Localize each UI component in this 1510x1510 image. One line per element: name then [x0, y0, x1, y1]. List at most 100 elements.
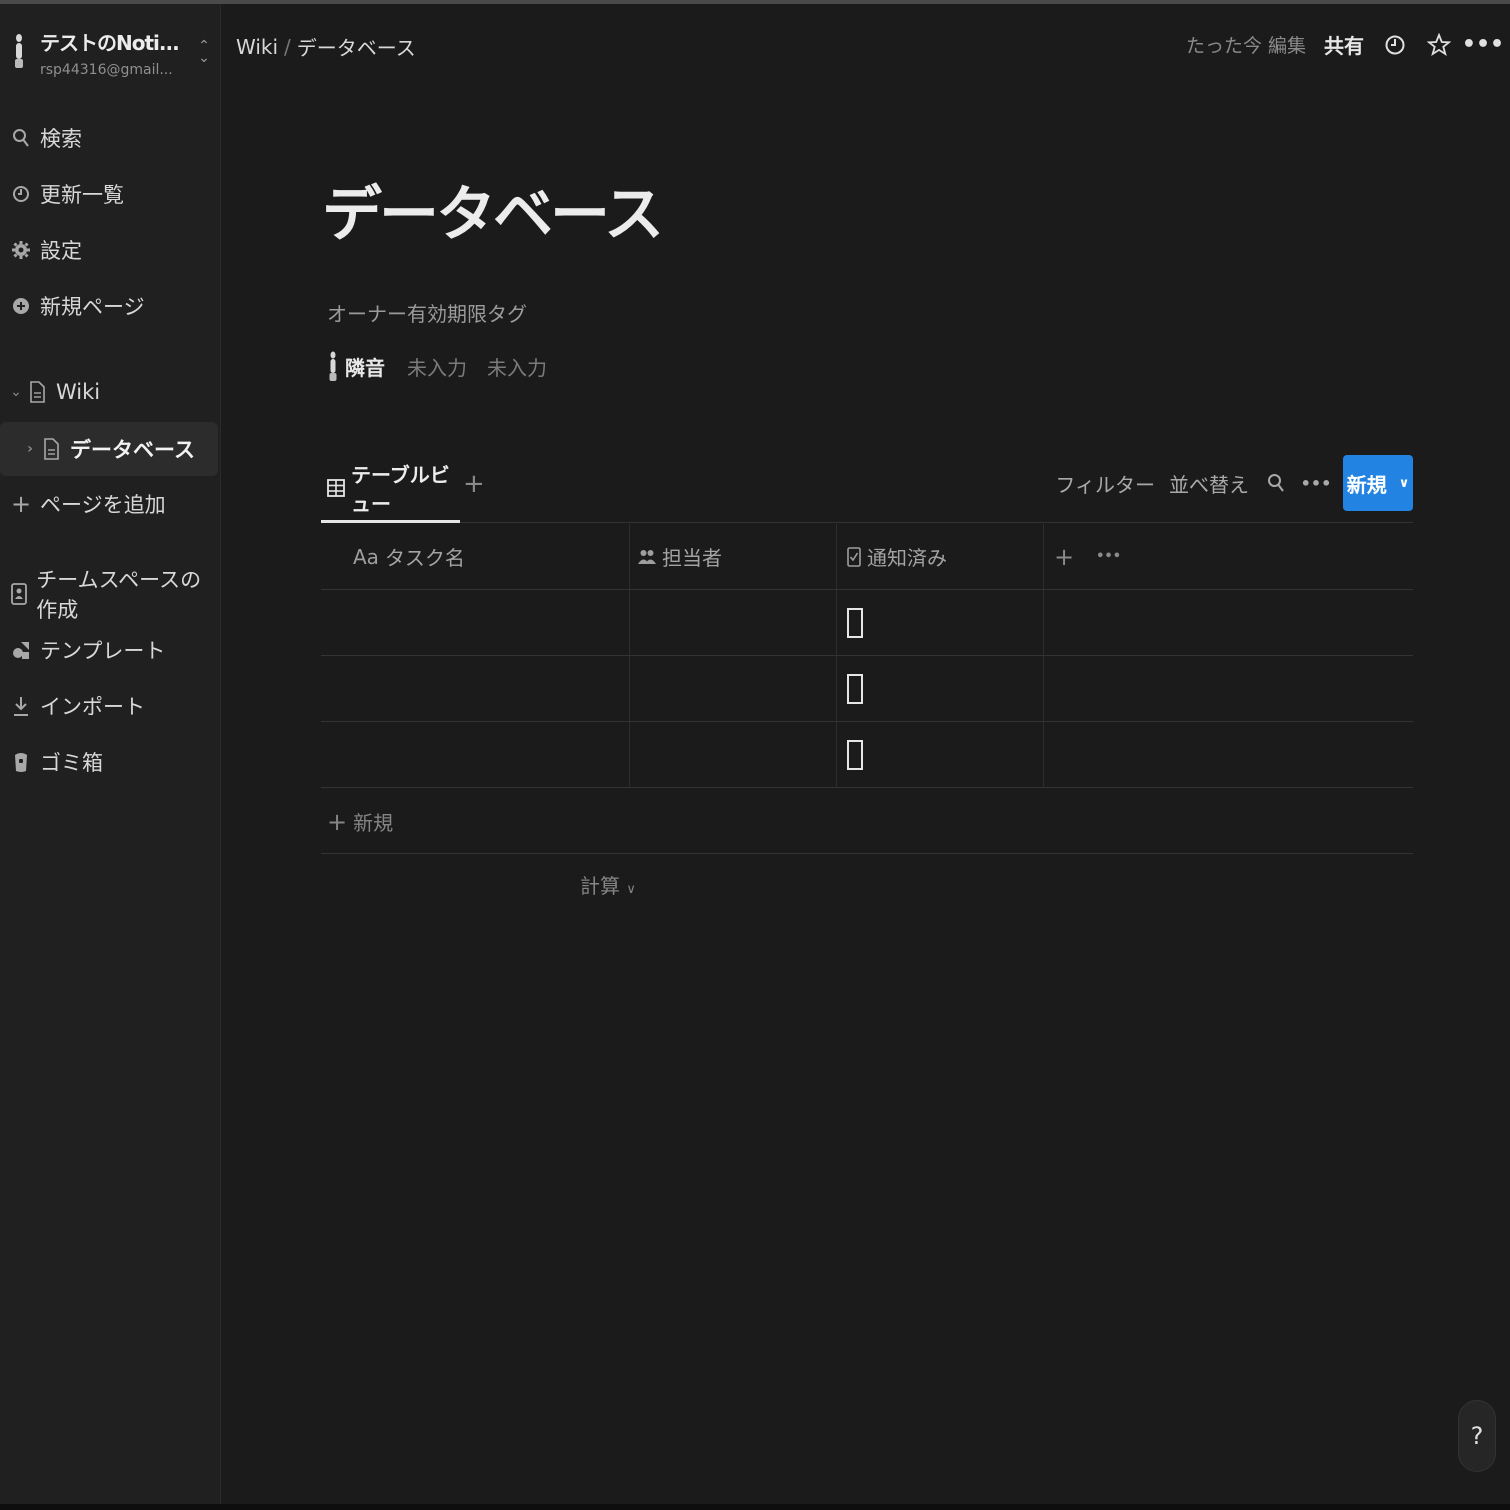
table-icon — [327, 478, 345, 497]
more-icon[interactable]: ••• — [1462, 32, 1504, 58]
owner-avatar-icon — [327, 350, 339, 382]
cell-notified — [837, 722, 1044, 787]
more-icon[interactable]: ••• — [1096, 549, 1121, 564]
sidebar-item-database[interactable]: › データベース — [0, 422, 218, 476]
property-value-owner[interactable]: 隣音 — [327, 350, 407, 382]
cell-task[interactable] — [321, 656, 630, 721]
page-icon — [38, 436, 64, 462]
column-header-task[interactable]: Aa タスク名 — [321, 524, 630, 589]
app-window: テストのNoti... rsp44316@gmail... ⌃ ⌄ 検索 更新一覧… — [0, 0, 1510, 1510]
filter-button[interactable]: フィルター — [1055, 469, 1155, 498]
last-edited-text: たった今 編集 — [1185, 35, 1306, 57]
cell-task[interactable] — [321, 722, 630, 787]
workspace-avatar-icon — [8, 32, 30, 72]
property-label-due[interactable]: 有効期限 — [407, 298, 487, 327]
add-property-button[interactable]: + — [1054, 543, 1074, 571]
chevron-updown-icon: ⌃ ⌄ — [198, 38, 210, 66]
sidebar-item-wiki[interactable]: ⌄ Wiki — [8, 370, 213, 414]
sidebar-item-search[interactable]: 検索 — [8, 116, 213, 160]
sidebar-item-label: データベース — [70, 438, 195, 462]
cell-assignee[interactable] — [630, 590, 837, 655]
plus-circle-icon — [8, 293, 34, 319]
teamspace-icon — [8, 581, 30, 607]
sidebar-item-label: ゴミ箱 — [40, 751, 103, 775]
plus-icon: + — [10, 490, 32, 518]
cell-empty — [1044, 656, 1413, 721]
share-button[interactable]: 共有 — [1324, 30, 1364, 59]
notified-checkbox[interactable] — [847, 739, 863, 770]
sidebar-item-label: Wiki — [56, 380, 101, 404]
more-icon[interactable]: ••• — [1301, 470, 1332, 496]
property-value-due[interactable]: 未入力 — [407, 352, 487, 381]
table-row[interactable] — [321, 590, 1413, 656]
table-row[interactable] — [321, 722, 1413, 788]
sidebar-item-new-page[interactable]: 新規ページ — [8, 284, 213, 328]
sidebar-item-updates[interactable]: 更新一覧 — [8, 172, 213, 216]
property-value-tag[interactable]: 未入力 — [487, 352, 547, 381]
help-button[interactable]: ? — [1458, 1400, 1496, 1472]
sidebar: テストのNoti... rsp44316@gmail... ⌃ ⌄ 検索 更新一覧… — [0, 4, 221, 1504]
page-icon — [24, 379, 50, 405]
column-label: 担当者 — [662, 546, 722, 570]
search-icon[interactable] — [1263, 470, 1289, 496]
add-row-label: 新規 — [353, 811, 394, 835]
chevron-right-icon[interactable]: › — [22, 441, 38, 457]
trash-icon — [8, 749, 34, 775]
sidebar-item-label: 検索 — [40, 127, 82, 151]
sidebar-item-import[interactable]: インポート — [8, 684, 213, 728]
sidebar-item-label: インポート — [40, 695, 145, 719]
tab-label: テーブルビュー — [351, 462, 450, 516]
download-icon — [8, 693, 34, 719]
chevron-down-icon: ∨ — [626, 882, 636, 897]
column-header-notified[interactable]: 通知済み — [837, 524, 1044, 589]
sort-button[interactable]: 並べ替え — [1169, 469, 1249, 498]
column-label: 通知済み — [867, 546, 947, 570]
property-label-owner[interactable]: オーナー — [327, 298, 407, 327]
star-icon[interactable] — [1426, 32, 1452, 58]
text-type-icon: Aa — [353, 544, 379, 569]
workspace-name: テストのNoti... — [40, 30, 180, 55]
chevron-down-icon[interactable]: ∨ — [1399, 476, 1410, 491]
people-icon — [638, 549, 656, 565]
cell-empty — [1044, 590, 1413, 655]
new-record-button[interactable]: 新規 ∨ — [1343, 455, 1413, 511]
tab-table-view[interactable]: テーブルビュー — [321, 455, 460, 523]
template-icon — [8, 637, 34, 663]
calculate-label: 計算 — [580, 874, 620, 898]
plus-icon: + — [327, 807, 348, 836]
page-properties: オーナー 有効期限 タグ 隣音 未入力 未入力 — [327, 292, 547, 386]
workspace-switcher[interactable]: テストのNoti... rsp44316@gmail... ⌃ ⌄ — [8, 20, 213, 84]
property-label-tag[interactable]: タグ — [487, 298, 527, 327]
notified-checkbox[interactable] — [847, 673, 863, 704]
add-page-button[interactable]: + ページを追加 — [8, 482, 213, 526]
notified-checkbox[interactable] — [847, 607, 863, 638]
cell-empty — [1044, 722, 1413, 787]
cell-assignee[interactable] — [630, 656, 837, 721]
database-table: Aa タスク名 担当者 通知済み + ••• — [321, 524, 1413, 788]
sidebar-item-templates[interactable]: テンプレート — [8, 628, 213, 672]
cell-notified — [837, 656, 1044, 721]
cell-notified — [837, 590, 1044, 655]
window-bottom-border — [0, 1504, 1510, 1510]
add-view-button[interactable]: + — [463, 469, 485, 499]
checkbox-icon — [847, 546, 861, 567]
breadcrumb-item-wiki[interactable]: Wiki — [236, 35, 278, 59]
search-icon — [8, 125, 34, 151]
page-title[interactable]: データベース — [322, 166, 664, 253]
sidebar-item-trash[interactable]: ゴミ箱 — [8, 740, 213, 784]
column-label: タスク名 — [384, 546, 465, 570]
clock-icon — [8, 181, 34, 207]
sidebar-item-teamspace[interactable]: チームスペースの作成 — [8, 568, 213, 622]
new-button-label: 新規 — [1346, 472, 1387, 497]
gear-icon — [8, 237, 34, 263]
chevron-down-icon[interactable]: ⌄ — [8, 384, 24, 400]
add-row-button[interactable]: + 新規 — [321, 790, 1413, 854]
history-icon[interactable] — [1382, 32, 1408, 58]
column-header-assignee[interactable]: 担当者 — [630, 524, 837, 589]
calculate-button[interactable]: 計算 ∨ — [580, 870, 636, 899]
table-row[interactable] — [321, 656, 1413, 722]
cell-task[interactable] — [321, 590, 630, 655]
cell-assignee[interactable] — [630, 722, 837, 787]
sidebar-item-settings[interactable]: 設定 — [8, 228, 213, 272]
breadcrumb-item-database[interactable]: データベース — [297, 32, 416, 61]
